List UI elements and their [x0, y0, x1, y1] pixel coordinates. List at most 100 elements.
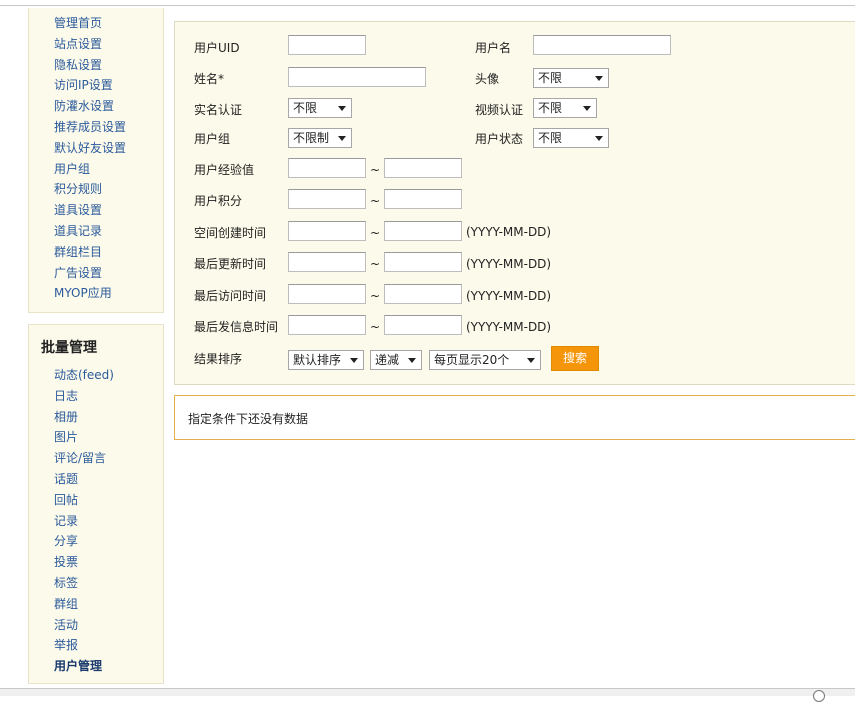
name-label: 姓名* [194, 72, 225, 86]
window-top-edge [0, 0, 855, 6]
last-post-date-hint: (YYYY-MM-DD) [466, 320, 552, 334]
sidebar-item-myop-apps[interactable]: MYOP应用 [54, 283, 126, 304]
chevron-down-icon [408, 358, 416, 363]
chevron-down-icon [595, 136, 603, 141]
video-verify-select-value: 不限 [538, 101, 563, 115]
chevron-down-icon [583, 106, 591, 111]
sidebar-item-site-settings[interactable]: 站点设置 [54, 34, 126, 55]
chevron-down-icon [338, 106, 346, 111]
user-group-select-value: 不限制 [293, 131, 330, 145]
avatar-select[interactable]: 不限 [533, 68, 609, 88]
sidebar-item-admin-home[interactable]: 管理首页 [54, 13, 126, 34]
per-page-select-value: 每页显示20个 [434, 353, 510, 367]
sort-label: 结果排序 [194, 352, 243, 366]
last-update-range-separator: ~ [370, 257, 381, 271]
last-update-date-hint: (YYYY-MM-DD) [466, 257, 552, 271]
sidebar-item-group-categories[interactable]: 群组栏目 [54, 242, 126, 263]
sidebar-item-user-management[interactable]: 用户管理 [54, 656, 114, 677]
last-post-label: 最后发信息时间 [194, 320, 279, 334]
last-post-end-input[interactable] [384, 315, 462, 335]
sort-field-select[interactable]: 默认排序 [288, 350, 364, 370]
chevron-down-icon [338, 136, 346, 141]
window-bottom-edge [0, 688, 855, 696]
credit-range-separator: ~ [370, 194, 381, 208]
sidebar-settings-list: 管理首页 站点设置 隐私设置 访问IP设置 防灌水设置 推荐成员设置 默认好友设… [54, 13, 126, 304]
username-input[interactable] [533, 35, 671, 55]
sidebar-item-prop-settings[interactable]: 道具设置 [54, 200, 126, 221]
sidebar-item-topics[interactable]: 话题 [54, 469, 114, 490]
name-input[interactable] [288, 67, 426, 87]
sidebar-item-blog[interactable]: 日志 [54, 386, 114, 407]
video-verify-select[interactable]: 不限 [533, 98, 597, 118]
sidebar-item-replies[interactable]: 回帖 [54, 490, 114, 511]
sidebar-batch-title: 批量管理 [41, 340, 97, 356]
user-status-label: 用户状态 [475, 132, 524, 146]
sidebar-item-shares[interactable]: 分享 [54, 531, 114, 552]
last-visit-start-input[interactable] [288, 284, 366, 304]
last-post-range-separator: ~ [370, 320, 381, 334]
sidebar-batch-panel: 批量管理 动态(feed) 日志 相册 图片 评论/留言 话题 回帖 记录 分享… [28, 324, 164, 684]
scroll-indicator-icon [813, 690, 825, 702]
sort-field-select-value: 默认排序 [293, 353, 342, 367]
sidebar-item-comments[interactable]: 评论/留言 [54, 448, 114, 469]
sidebar-item-default-friends[interactable]: 默认好友设置 [54, 138, 126, 159]
space-created-end-input[interactable] [384, 221, 462, 241]
credit-min-input[interactable] [288, 189, 366, 209]
sidebar-item-events[interactable]: 活动 [54, 615, 114, 636]
realname-select-value: 不限 [293, 101, 318, 115]
sidebar-item-polls[interactable]: 投票 [54, 552, 114, 573]
experience-min-input[interactable] [288, 158, 366, 178]
chevron-down-icon [350, 358, 358, 363]
sidebar-item-album[interactable]: 相册 [54, 407, 114, 428]
sidebar-item-recommended-members[interactable]: 推荐成员设置 [54, 117, 126, 138]
last-post-start-input[interactable] [288, 315, 366, 335]
last-visit-label: 最后访问时间 [194, 289, 267, 303]
sidebar-item-user-groups[interactable]: 用户组 [54, 159, 126, 180]
last-visit-end-input[interactable] [384, 284, 462, 304]
credit-label: 用户积分 [194, 194, 243, 208]
sidebar-item-groups[interactable]: 群组 [54, 594, 114, 615]
sidebar-item-pictures[interactable]: 图片 [54, 427, 114, 448]
space-created-range-separator: ~ [370, 226, 381, 240]
sort-order-select-value: 递减 [375, 353, 400, 367]
avatar-label: 头像 [475, 72, 500, 86]
sidebar-item-ad-settings[interactable]: 广告设置 [54, 263, 126, 284]
search-button[interactable]: 搜索 [551, 346, 599, 371]
user-status-select[interactable]: 不限 [533, 128, 609, 148]
sidebar-item-anti-flood[interactable]: 防灌水设置 [54, 96, 126, 117]
sidebar-batch-list: 动态(feed) 日志 相册 图片 评论/留言 话题 回帖 记录 分享 投票 标… [54, 365, 114, 677]
last-update-label: 最后更新时间 [194, 257, 267, 271]
user-group-select[interactable]: 不限制 [288, 128, 352, 148]
experience-label: 用户经验值 [194, 163, 255, 177]
sidebar-item-records[interactable]: 记录 [54, 511, 114, 532]
username-label: 用户名 [475, 41, 512, 55]
sidebar-item-privacy-settings[interactable]: 隐私设置 [54, 55, 126, 76]
credit-max-input[interactable] [384, 189, 462, 209]
result-panel: 指定条件下还没有数据 [174, 395, 855, 440]
sidebar-item-ip-settings[interactable]: 访问IP设置 [54, 75, 126, 96]
experience-max-input[interactable] [384, 158, 462, 178]
last-update-end-input[interactable] [384, 252, 462, 272]
space-created-label: 空间创建时间 [194, 226, 267, 240]
chevron-down-icon [527, 358, 535, 363]
empty-result-message: 指定条件下还没有数据 [188, 412, 309, 426]
space-created-start-input[interactable] [288, 221, 366, 241]
user-search-form: 用户UID 用户名 姓名* 头像 不限 实名认证 不限 视频认证 不限 用户组 … [174, 21, 855, 385]
sidebar-item-feed[interactable]: 动态(feed) [54, 365, 114, 386]
sort-order-select[interactable]: 递减 [370, 350, 422, 370]
last-update-start-input[interactable] [288, 252, 366, 272]
realname-select[interactable]: 不限 [288, 98, 352, 118]
video-verify-label: 视频认证 [475, 103, 524, 117]
per-page-select[interactable]: 每页显示20个 [429, 350, 541, 370]
experience-range-separator: ~ [370, 163, 381, 177]
sidebar-item-prop-records[interactable]: 道具记录 [54, 221, 126, 242]
chevron-down-icon [595, 76, 603, 81]
user-status-select-value: 不限 [538, 131, 563, 145]
last-visit-range-separator: ~ [370, 289, 381, 303]
avatar-select-value: 不限 [538, 71, 563, 85]
uid-input[interactable] [288, 35, 366, 55]
sidebar-item-credit-rules[interactable]: 积分规则 [54, 179, 126, 200]
uid-label: 用户UID [194, 41, 240, 55]
sidebar-item-tags[interactable]: 标签 [54, 573, 114, 594]
sidebar-item-reports[interactable]: 举报 [54, 635, 114, 656]
